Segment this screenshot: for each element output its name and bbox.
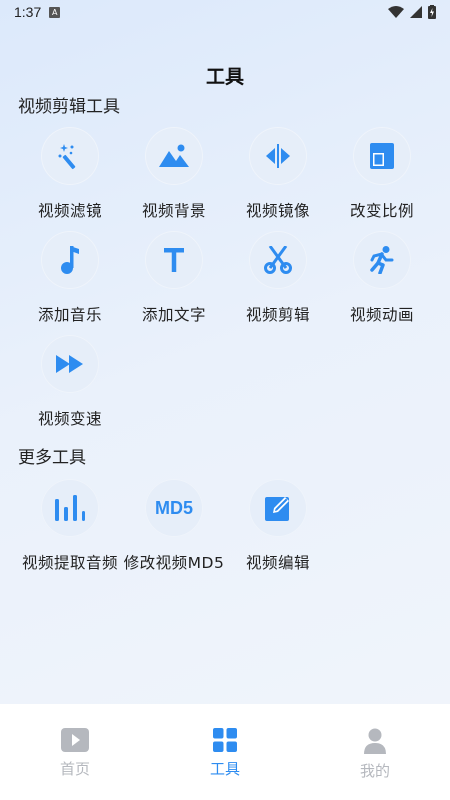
signal-icon xyxy=(410,6,422,18)
tool-modify-md5[interactable]: MD5 修改视频MD5 xyxy=(122,479,226,573)
tool-video-mirror[interactable]: 视频镜像 xyxy=(226,127,330,221)
tool-label: 视频编辑 xyxy=(245,554,310,572)
tool-icon-circle xyxy=(41,335,99,393)
tool-video-cut[interactable]: 视频剪辑 xyxy=(226,231,330,325)
bottom-tab-bar: 首页 工具 我的 xyxy=(0,704,450,800)
edit-icon xyxy=(265,497,289,521)
section-title-more-tools: 更多工具 xyxy=(18,448,86,468)
tool-icon-circle xyxy=(353,231,411,289)
tool-label: 视频背景 xyxy=(141,202,206,220)
tool-label: 添加音乐 xyxy=(37,306,102,324)
text-icon xyxy=(164,248,184,272)
tool-video-edit[interactable]: 视频编辑 xyxy=(226,479,330,573)
status-bar: 1:37 A xyxy=(0,0,450,24)
tool-extract-audio[interactable]: 视频提取音频 xyxy=(18,479,122,573)
tool-add-music[interactable]: 添加音乐 xyxy=(18,231,122,325)
tool-icon-circle xyxy=(41,231,99,289)
tab-home[interactable]: 首页 xyxy=(0,704,150,800)
audio-bars-icon xyxy=(55,495,85,521)
mirror-icon xyxy=(266,144,290,168)
scissors-icon xyxy=(264,246,292,274)
tool-label: 视频镜像 xyxy=(245,202,310,220)
magic-wand-icon xyxy=(58,144,76,170)
tool-icon-circle xyxy=(145,231,203,289)
tool-icon-circle xyxy=(249,127,307,185)
grid-icon xyxy=(213,728,237,752)
battery-icon xyxy=(428,5,436,19)
tool-icon-circle xyxy=(145,127,203,185)
tool-label: 改变比例 xyxy=(349,202,414,220)
tab-tools[interactable]: 工具 xyxy=(150,704,300,800)
tab-label: 工具 xyxy=(209,760,240,778)
person-icon xyxy=(364,728,386,754)
status-icons xyxy=(388,5,436,19)
page-title: 工具 xyxy=(205,66,244,88)
aspect-ratio-icon xyxy=(370,143,394,169)
tool-label: 视频滤镜 xyxy=(37,202,102,220)
video-play-icon xyxy=(61,728,89,752)
fast-forward-icon xyxy=(56,355,83,373)
wifi-icon xyxy=(388,6,404,18)
tool-icon-circle xyxy=(249,231,307,289)
tool-icon-circle xyxy=(41,127,99,185)
tool-video-speed[interactable]: 视频变速 xyxy=(18,335,122,429)
tab-label: 首页 xyxy=(59,760,90,778)
tool-label: 视频动画 xyxy=(349,306,414,324)
tab-profile[interactable]: 我的 xyxy=(300,704,450,800)
image-icon xyxy=(159,144,189,167)
tool-icon-circle xyxy=(41,479,99,537)
md5-icon: MD5 xyxy=(154,497,193,518)
tool-video-animation[interactable]: 视频动画 xyxy=(330,231,434,325)
tool-icon-circle xyxy=(249,479,307,537)
tool-icon-circle: MD5 xyxy=(145,479,203,537)
tool-label: 视频提取音频 xyxy=(21,554,118,572)
section-title-video-edit: 视频剪辑工具 xyxy=(18,97,120,117)
tool-label: 添加文字 xyxy=(141,306,206,324)
tool-video-filter[interactable]: 视频滤镜 xyxy=(18,127,122,221)
music-note-icon xyxy=(61,246,79,274)
tool-label: 视频变速 xyxy=(37,410,102,428)
running-icon xyxy=(370,246,394,274)
tool-label: 视频剪辑 xyxy=(245,306,310,324)
status-time: 1:37 xyxy=(14,4,42,20)
tool-change-ratio[interactable]: 改变比例 xyxy=(330,127,434,221)
tab-label: 我的 xyxy=(359,762,390,780)
tool-add-text[interactable]: 添加文字 xyxy=(122,231,226,325)
tool-label: 修改视频MD5 xyxy=(123,554,225,572)
notification-icon: A xyxy=(49,6,61,18)
tool-video-background[interactable]: 视频背景 xyxy=(122,127,226,221)
tool-icon-circle xyxy=(353,127,411,185)
